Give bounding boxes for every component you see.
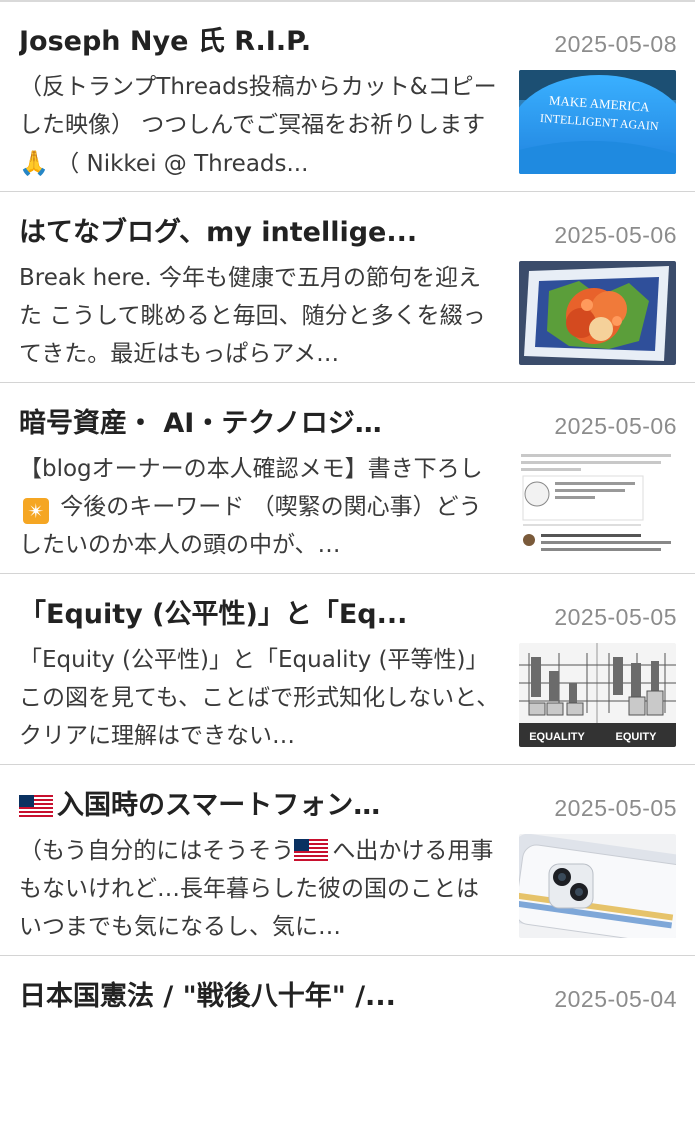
entry-title[interactable]: はてなブログ、my intellige... bbox=[19, 215, 509, 251]
entry-title[interactable]: 入国時のスマートフォン… bbox=[19, 788, 509, 824]
entry-date: 2025-05-04 bbox=[554, 986, 677, 1012]
us-flag-icon bbox=[294, 839, 329, 861]
excerpt-text: （もう自分的にはそうそう bbox=[19, 838, 295, 864]
entry-date: 2025-05-05 bbox=[554, 604, 677, 630]
entry-item[interactable]: 暗号資産・ AI・テクノロジ… 2025-05-06 【blogオーナーの本人確… bbox=[0, 384, 695, 574]
entry-title[interactable]: 「Equity (公平性)」と「Eq... bbox=[19, 597, 509, 633]
entry-item[interactable]: はてなブログ、my intellige... 2025-05-06 Break … bbox=[0, 193, 695, 383]
equality-equity-illustration-icon[interactable]: EQUALITY EQUITY bbox=[519, 643, 676, 747]
entry-date: 2025-05-06 bbox=[554, 222, 677, 248]
entry-excerpt: Break here. 今年も健康で五月の節句を迎えた こうして眺めると毎回、随… bbox=[19, 265, 486, 367]
entry-item[interactable]: 日本国憲法 / "戦後八十年" /... 2025-05-04 bbox=[0, 957, 695, 1147]
entry-title[interactable]: 暗号資産・ AI・テクノロジ… bbox=[19, 406, 509, 442]
entry-excerpt: （もう自分的にはそうそう へ出かける用事もないけれど…長年暮らした彼の国のことはい… bbox=[19, 832, 501, 946]
entry-date: 2025-05-05 bbox=[554, 795, 677, 821]
equality-label: EQUALITY bbox=[529, 731, 585, 743]
entry-title-text: 入国時のスマートフォン… bbox=[57, 790, 381, 821]
excerpt-text: （反トランプThreads投稿からカット&コピーした映像） つつしんでご冥福をお… bbox=[19, 74, 497, 138]
entry-item[interactable]: 「Equity (公平性)」と「Eq... 2025-05-05 「Equity… bbox=[0, 575, 695, 765]
blue-cap-photo-icon[interactable]: MAKE AMERICA INTELLIGENT AGAIN bbox=[519, 70, 676, 174]
entry-date: 2025-05-06 bbox=[554, 413, 677, 439]
us-flag-icon bbox=[19, 795, 53, 817]
praying-hands-icon: 🙏 bbox=[19, 149, 49, 177]
entry-title[interactable]: Joseph Nye 氏 R.I.P. bbox=[19, 24, 509, 60]
salmon-roe-dish-photo-icon[interactable] bbox=[519, 261, 676, 365]
excerpt-text: （ Nikkei @ Threads... bbox=[48, 151, 309, 177]
smartphone-photo-icon[interactable] bbox=[519, 834, 676, 938]
entry-title[interactable]: 日本国憲法 / "戦後八十年" /... bbox=[19, 979, 509, 1015]
excerpt-text: 【blogオーナーの本人確認メモ】書き下ろし bbox=[19, 456, 483, 482]
entry-excerpt: （反トランプThreads投稿からカット&コピーした映像） つつしんでご冥福をお… bbox=[19, 68, 501, 182]
sparkle-star-icon: ✴ bbox=[23, 498, 49, 524]
entry-excerpt: 【blogオーナーの本人確認メモ】書き下ろし ✴ 今後のキーワード （喫緊の関心… bbox=[19, 450, 501, 564]
entry-date: 2025-05-08 bbox=[554, 31, 677, 57]
entry-item[interactable]: 入国時のスマートフォン… 2025-05-05 （もう自分的にはそうそう へ出かけ… bbox=[0, 766, 695, 956]
equity-label: EQUITY bbox=[616, 731, 658, 743]
entry-item[interactable]: Joseph Nye 氏 R.I.P. 2025-05-08 （反トランプThr… bbox=[0, 2, 695, 192]
excerpt-text: 今後のキーワード （喫緊の関心事）どうしたいのか本人の頭の中が、… bbox=[19, 494, 482, 558]
tweet-screenshot-icon[interactable] bbox=[519, 452, 676, 556]
entry-excerpt: 「Equity (公平性)」と「Equality (平等性)」 この図を見ても、… bbox=[19, 647, 500, 749]
